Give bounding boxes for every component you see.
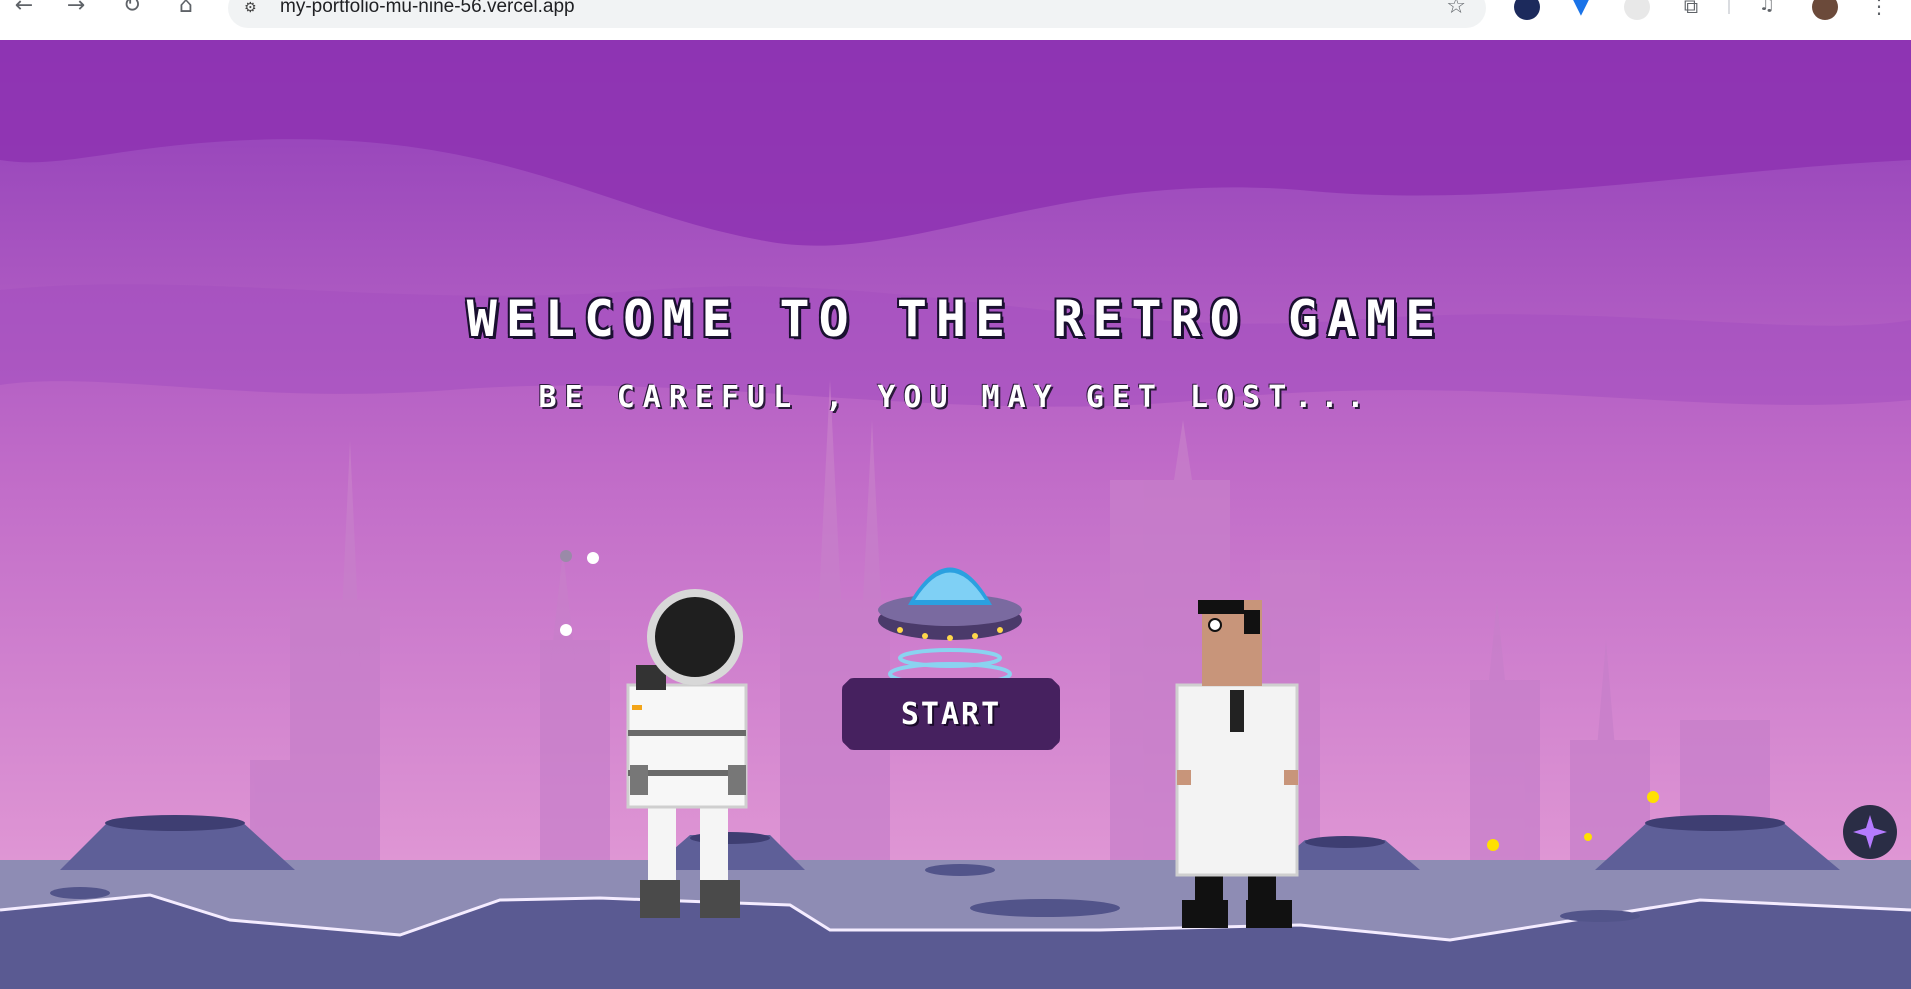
url-text[interactable]: my-portfolio-mu-nine-56.vercel.app (280, 0, 575, 18)
glow-orb (1647, 791, 1659, 803)
subtitle-wrapper: BE CAREFUL , YOU MAY GET LOST... (0, 380, 1911, 415)
toolbar-divider (1728, 0, 1730, 14)
extension-pin-icon[interactable]: ▼ (1568, 0, 1594, 20)
home-icon[interactable]: ⌂ (172, 0, 200, 20)
extension-game-icon[interactable] (1624, 0, 1650, 20)
game-scene: WELCOME TO THE RETRO GAME BE CAREFUL , Y… (0, 40, 1911, 989)
site-info-icon[interactable]: ⚙ (244, 0, 264, 20)
forward-icon[interactable]: → (62, 0, 90, 20)
profile-avatar[interactable] (1812, 0, 1838, 20)
glow-orb (1584, 833, 1592, 841)
media-control-icon[interactable]: ♫ (1754, 0, 1780, 20)
bookmark-star-icon[interactable]: ☆ (1446, 0, 1466, 19)
glow-orb (1487, 839, 1499, 851)
address-bar[interactable]: ⚙ my-portfolio-mu-nine-56.vercel.app ☆ (228, 0, 1486, 28)
game-title: WELCOME TO THE RETRO GAME (466, 290, 1445, 348)
scene-background (0, 40, 1911, 989)
extensions-puzzle-icon[interactable]: ⧉ (1678, 0, 1704, 20)
start-button[interactable]: START (842, 678, 1060, 750)
reload-icon[interactable]: ↻ (118, 0, 146, 20)
game-subtitle: BE CAREFUL , YOU MAY GET LOST... (538, 380, 1373, 415)
glow-orb (587, 552, 599, 564)
glow-orb (560, 624, 572, 636)
browser-toolbar: ← → ↻ ⌂ ⚙ my-portfolio-mu-nine-56.vercel… (0, 0, 1911, 41)
assistant-sparkle-icon[interactable] (1843, 805, 1897, 859)
glow-orb (560, 550, 572, 562)
extension-sparkle-icon[interactable] (1514, 0, 1540, 20)
back-icon[interactable]: ← (10, 0, 38, 20)
title-wrapper: WELCOME TO THE RETRO GAME (0, 290, 1911, 348)
menu-kebab-icon[interactable]: ⋮ (1866, 0, 1892, 20)
